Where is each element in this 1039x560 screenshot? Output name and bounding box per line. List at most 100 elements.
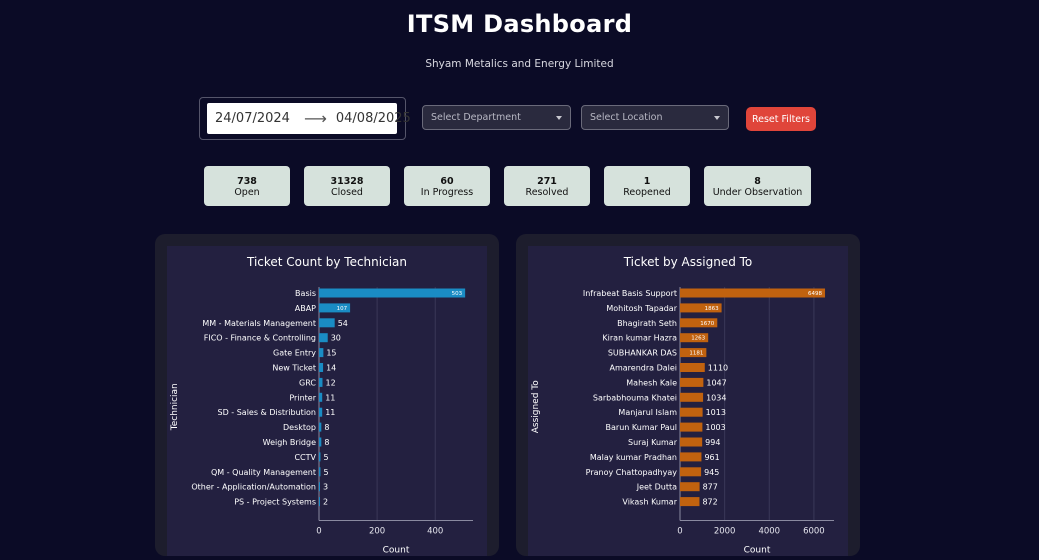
technician-category-label: ABAP [295, 304, 316, 313]
technician-category-label: Basis [295, 289, 316, 298]
technician-data-label: 11 [325, 393, 335, 402]
assigned-data-label: 1263 [691, 336, 705, 342]
assigned-category-label: Bhagirath Seth [617, 319, 677, 328]
assigned-category-label: Mahesh Kale [626, 378, 677, 387]
assigned-bar [680, 377, 704, 387]
technician-bar-chart: Ticket Count by Technician 0 200 400 Basis 50… [170, 255, 473, 556]
assigned-data-label: 1034 [706, 393, 726, 402]
department-select[interactable]: Select Department [422, 105, 571, 130]
start-date-input[interactable]: 24/07/2024 [215, 111, 290, 126]
stat-label: In Progress [420, 187, 474, 198]
assigned-data-label: 877 [703, 483, 718, 492]
stat-card-open[interactable]: 738 Open [204, 166, 290, 206]
assigned-category-label: Amarendra Dalei [609, 364, 677, 373]
assigned-x-tick-label: 6000 [803, 527, 825, 537]
technician-data-label: 14 [326, 364, 336, 373]
technician-data-label: 5 [323, 468, 328, 477]
stat-card-in-progress[interactable]: 60 In Progress [404, 166, 490, 206]
stat-value: 31328 [330, 176, 364, 187]
date-range-field[interactable]: 24/07/2024 ⟶ 04/08/2025 [207, 103, 411, 134]
assigned-data-label: 1013 [706, 408, 726, 417]
technician-data-label: 503 [452, 291, 463, 297]
technician-data-label: 8 [324, 438, 329, 447]
location-select-placeholder: Select Location [590, 112, 663, 123]
assigned-category-label: Manjarul Islam [618, 408, 677, 417]
technician-y-axis-title: Technician [170, 383, 180, 431]
technician-bar [319, 422, 322, 432]
technician-category-label: Weigh Bridge [263, 438, 316, 447]
technician-category-label: SD - Sales & Distribution [218, 408, 317, 417]
technician-bar [319, 452, 321, 462]
assigned-x-tick-label: 2000 [714, 527, 736, 537]
technician-bar [319, 392, 323, 402]
technician-category-label: Other - Application/Automation [191, 483, 316, 492]
stat-value: 1 [643, 176, 651, 187]
assigned-category-label: Infrabeat Basis Support [583, 289, 677, 298]
technician-bar [319, 482, 320, 492]
assigned-bar [680, 363, 705, 372]
technician-category-label: Printer [289, 393, 316, 402]
end-date-input[interactable]: 04/08/2025 [336, 111, 411, 126]
assigned-bar-chart: Ticket by Assigned To 0 2000 4000 6000 Infrab… [531, 255, 834, 556]
technician-x-tick-label: 400 [427, 527, 443, 537]
technician-bar [319, 377, 323, 387]
assigned-data-label: 6498 [808, 291, 822, 297]
assigned-bar [680, 452, 702, 462]
assigned-data-label: 1003 [705, 423, 725, 432]
chevron-down-icon [556, 116, 562, 120]
page-title: ITSM Dashboard [406, 10, 633, 38]
assigned-data-label: 1181 [689, 351, 703, 357]
assigned-bar [680, 497, 700, 507]
technician-data-label: 30 [331, 334, 341, 343]
chevron-down-icon [714, 116, 720, 120]
assigned-x-axis-title: Count [744, 546, 771, 556]
company-subtitle: Shyam Metalics and Energy Limited [425, 58, 614, 70]
stat-value: 738 [237, 176, 257, 187]
reset-filters-button[interactable]: Reset Filters [746, 107, 816, 131]
technician-data-label: 54 [338, 319, 348, 328]
assigned-data-label: 945 [704, 468, 719, 477]
assigned-category-label: Mohitosh Tapadar [606, 304, 677, 313]
assigned-data-label: 1670 [700, 321, 714, 327]
stat-card-closed[interactable]: 31328 Closed [304, 166, 390, 206]
technician-category-label: QM - Quality Management [211, 468, 316, 477]
technician-chart-panel: Ticket Count by Technician 0 200 400 Basis 50… [155, 234, 499, 556]
department-select-placeholder: Select Department [431, 112, 521, 123]
assigned-data-label: 1863 [705, 306, 719, 312]
technician-data-label: 11 [325, 408, 335, 417]
technician-category-label: GRC [299, 378, 316, 387]
technician-bar [319, 363, 324, 372]
location-select[interactable]: Select Location [581, 105, 729, 130]
technician-bar [319, 467, 321, 477]
stat-value: 60 [440, 176, 454, 187]
assigned-data-label: 1047 [706, 378, 726, 387]
stat-card-resolved[interactable]: 271 Resolved [504, 166, 590, 206]
assigned-bar [680, 392, 704, 402]
assigned-category-label: Pranoy Chattopadhyay [586, 468, 678, 477]
date-range-picker[interactable]: 24/07/2024 ⟶ 04/08/2025 [199, 97, 411, 140]
technician-x-axis-title: Count [383, 546, 410, 556]
stat-value: 271 [537, 176, 557, 187]
stat-card-reopened[interactable]: 1 Reopened [604, 166, 690, 206]
assigned-category-label: Sarbabhouma Khatei [593, 393, 677, 402]
stat-label: Closed [331, 187, 363, 198]
technician-category-label: FICO - Finance & Controlling [204, 334, 316, 343]
assigned-y-axis-title: Assigned To [531, 380, 541, 434]
technician-data-label: 3 [323, 483, 328, 492]
technician-bar [319, 497, 320, 507]
technician-category-label: New Ticket [272, 364, 316, 373]
technician-x-tick-label: 200 [369, 527, 385, 537]
technician-bar [319, 348, 324, 358]
arrow-right-icon: ⟶ [303, 109, 327, 128]
assigned-chart-area: Ticket by Assigned To 0 2000 4000 6000 Infrab… [528, 246, 848, 556]
assigned-bar [680, 437, 703, 447]
technician-data-label: 5 [323, 453, 328, 462]
stat-label: Reopened [623, 187, 671, 198]
stat-label: Under Observation [712, 187, 803, 198]
assigned-bar [680, 422, 703, 432]
assigned-category-label: Malay kumar Pradhan [590, 453, 677, 462]
stat-value: 8 [754, 176, 761, 187]
technician-bar [319, 333, 328, 343]
assigned-bar [680, 407, 703, 417]
stat-card-under-observation[interactable]: 8 Under Observation [704, 166, 811, 206]
